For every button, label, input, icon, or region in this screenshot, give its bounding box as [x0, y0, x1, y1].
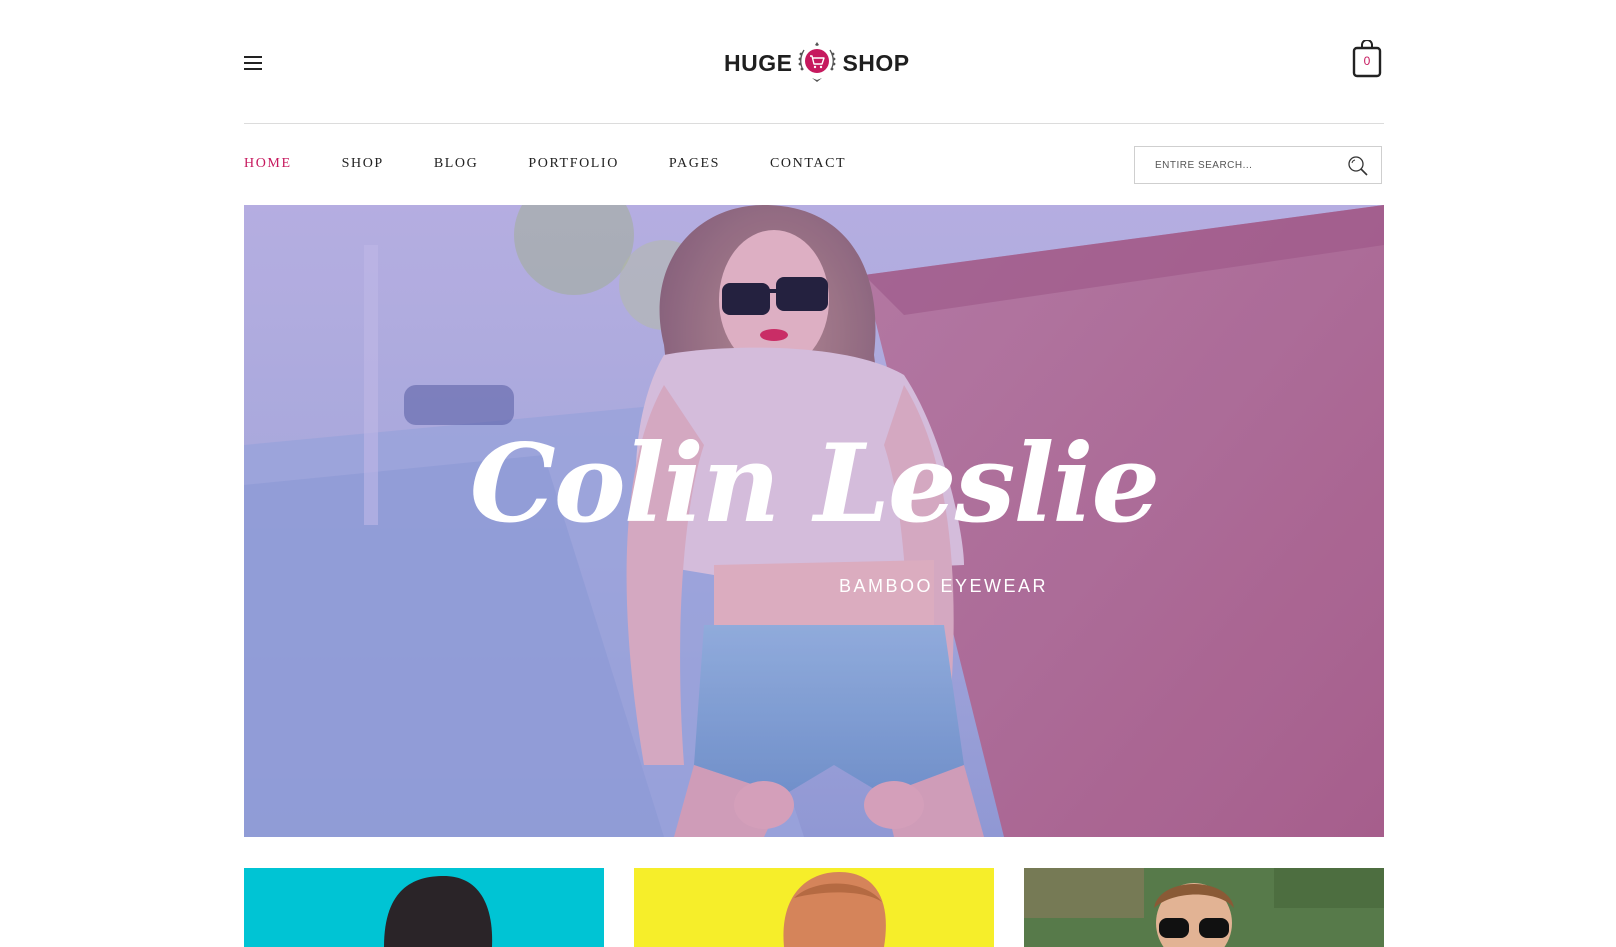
header-divider — [244, 123, 1384, 124]
nav-item-shop[interactable]: SHOP — [342, 156, 384, 172]
site-logo[interactable]: HUGE SHOP — [724, 40, 914, 86]
nav-item-contact[interactable]: CONTACT — [770, 156, 846, 172]
product-thumb-1[interactable] — [244, 868, 604, 947]
cart-button[interactable]: 0 — [1352, 39, 1382, 78]
logo-text-left: HUGE — [724, 49, 793, 76]
hero-brand-block: Colin Leslie — [244, 430, 1384, 538]
search-icon[interactable] — [1347, 155, 1369, 177]
nav-item-pages[interactable]: PAGES — [669, 156, 720, 172]
hero-brand-subtitle: BAMBOO EYEWEAR — [839, 576, 1049, 596]
hero-brand-name: Colin Leslie — [469, 421, 1160, 547]
search-box — [1134, 146, 1382, 184]
nav-item-home[interactable]: HOME — [244, 156, 292, 172]
main-nav: HOME SHOP BLOG PORTFOLIO PAGES CONTACT — [244, 156, 896, 172]
cart-badge-icon — [799, 42, 836, 82]
hero-banner[interactable]: Colin Leslie BAMBOO EYEWEAR — [244, 205, 1384, 837]
logo-text-right: SHOP — [842, 49, 910, 76]
cart-count: 0 — [1363, 54, 1371, 68]
product-thumb-3[interactable] — [1024, 868, 1384, 947]
search-input[interactable] — [1135, 147, 1335, 183]
product-thumb-image — [384, 876, 493, 947]
menu-icon[interactable] — [244, 56, 262, 70]
product-thumb-2[interactable] — [634, 868, 994, 947]
product-thumb-image — [1024, 868, 1384, 947]
nav-item-blog[interactable]: BLOG — [434, 156, 479, 172]
nav-item-portfolio[interactable]: PORTFOLIO — [528, 156, 619, 172]
product-thumb-image — [783, 872, 886, 947]
